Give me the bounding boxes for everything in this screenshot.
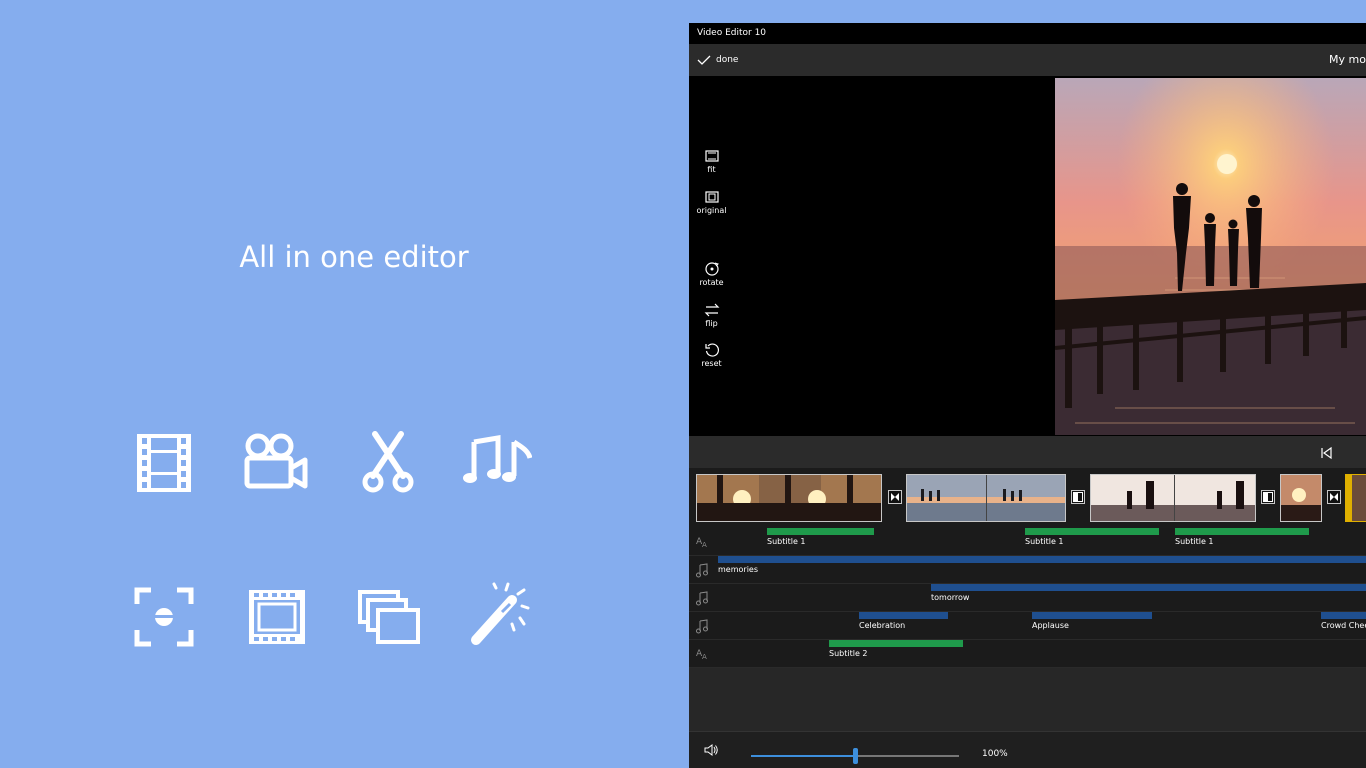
video-preview-image[interactable] [1055,78,1366,435]
top-toolbar: done My mo [689,44,1366,76]
flip-button[interactable]: flip [689,302,734,328]
scissors-icon [353,428,423,498]
music-track-icon [695,618,711,634]
title-bar: Video Editor 10 [689,23,1366,44]
volume-slider-thumb[interactable] [853,748,858,764]
text-track-icon: AA [695,534,711,550]
sound-effect-clip-label: Crowd Chee [1321,621,1366,630]
video-clip-3[interactable] [1090,474,1256,522]
volume-bar: 100% [689,731,1366,768]
transition-button-3[interactable] [1261,490,1275,504]
flip-icon [704,303,719,317]
svg-text:A: A [702,541,707,549]
volume-button[interactable] [703,742,719,758]
video-camera-icon [240,428,310,498]
reset-label: reset [701,359,722,368]
music-clip[interactable]: tomorrow [931,584,1366,602]
music-track-1: memories [689,556,1366,584]
transition-button-2[interactable] [1071,490,1085,504]
transition-button-4[interactable] [1327,490,1341,504]
project-title[interactable]: My mo [1329,53,1366,66]
original-label: original [696,206,727,215]
sound-effect-clip[interactable]: Applause [1032,612,1152,630]
speaker-icon [704,744,718,756]
split-transition-icon [1263,492,1273,502]
music-notes-icon [462,428,532,498]
fit-icon [704,150,719,162]
sound-effects-track: Celebration Applause Crowd Chee [689,612,1366,640]
subtitle-clip[interactable]: Subtitle 1 [1175,528,1309,546]
checkmark-icon [697,55,711,65]
sound-effect-clip[interactable]: Celebration [859,612,948,630]
subtitle-track-2: AA Subtitle 2 [689,640,1366,668]
editor-window: Video Editor 10 done My mo fit original … [689,23,1366,768]
subtitle-clip-label: Subtitle 1 [1025,537,1064,546]
music-clip[interactable]: memories [718,556,1366,574]
film-strip-icon [129,428,199,498]
transition-button-1[interactable] [888,490,902,504]
video-frame-icon [241,582,311,652]
text-track-icon: AA [695,646,711,662]
fit-label: fit [707,165,716,174]
timeline-footer [689,668,1366,731]
music-clip-label: memories [718,565,759,574]
svg-text:A: A [702,653,707,661]
rotate-icon [704,262,719,276]
done-label: done [716,55,739,65]
reset-icon [704,343,719,357]
video-clip-1[interactable] [696,474,882,522]
preview-stage: fit original rotate flip reset [689,76,1366,436]
transition-icon [1330,493,1338,501]
original-size-icon [704,191,719,203]
music-track-2: tomorrow [689,584,1366,612]
timeline: AA Subtitle 1 Subtitle 1 Subtitle 1 memo… [689,468,1366,668]
original-button[interactable]: original [689,189,734,215]
rotate-button[interactable]: rotate [689,261,734,287]
split-transition-icon [1073,492,1083,502]
transport-bar [689,436,1366,468]
video-clip-4[interactable] [1280,474,1322,522]
reset-button[interactable]: reset [689,342,734,368]
volume-percent: 100% [982,749,1008,759]
subtitle-clip[interactable]: Subtitle 1 [767,528,874,546]
sound-effect-clip-label: Celebration [859,621,906,630]
skip-to-start-icon [1321,446,1332,460]
subtitle-clip[interactable]: Subtitle 2 [829,640,963,658]
video-clip-2[interactable] [906,474,1066,522]
subtitle-clip-label: Subtitle 1 [767,537,806,546]
video-clip-5[interactable] [1345,474,1366,522]
sound-effect-clip-label: Applause [1032,621,1069,630]
headline: All in one editor [239,240,469,274]
volume-slider[interactable] [751,748,959,764]
rotate-label: rotate [699,278,724,287]
music-track-icon [695,562,711,578]
window-title: Video Editor 10 [697,28,767,38]
subtitle-track-1: AA Subtitle 1 Subtitle 1 Subtitle 1 [689,528,1366,556]
overlay-layers-icon [354,582,424,652]
music-track-icon [695,590,711,606]
flip-label: flip [705,319,718,328]
subtitle-clip-label: Subtitle 1 [1175,537,1214,546]
transition-icon [891,493,899,501]
music-clip-label: tomorrow [931,593,970,602]
subtitle-clip[interactable]: Subtitle 1 [1025,528,1159,546]
magic-wand-icon [466,582,536,652]
sound-effect-clip[interactable]: Crowd Chee [1321,612,1366,630]
subtitle-clip-label: Subtitle 2 [829,649,868,658]
done-button[interactable]: done [697,52,738,68]
skip-to-start-button[interactable] [1319,445,1333,460]
fit-button[interactable]: fit [689,148,734,174]
screenshot-capture-icon [129,582,199,652]
volume-slider-fill [751,755,855,757]
